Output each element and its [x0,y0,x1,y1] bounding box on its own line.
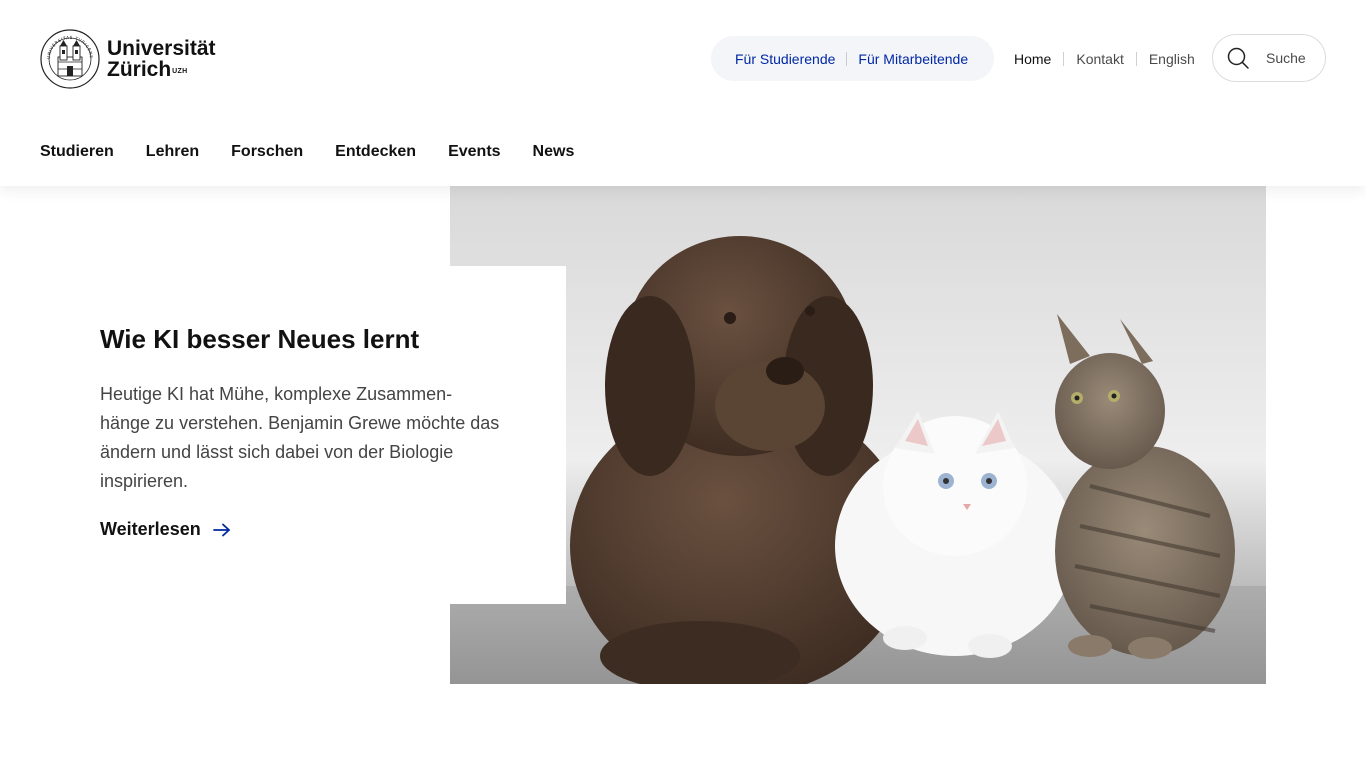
main-nav-studieren[interactable]: Studieren [40,143,114,161]
main-nav: Studieren Lehren Forschen Entdecken Even… [40,143,606,161]
audience-link-staff[interactable]: Für Mitarbeitende [858,51,968,67]
hero-teaser-card: Wie KI besser Neues lernt Heutige KI hat… [40,266,566,604]
divider [1063,51,1065,66]
search-button[interactable]: Suche [1212,34,1326,82]
arrow-right-icon [212,523,230,536]
meta-link-contact[interactable]: Kontakt [1076,51,1123,67]
read-more-label: Weiterlesen [100,519,201,539]
divider [846,51,848,66]
main-nav-entdecken[interactable]: Entdecken [335,143,416,161]
dog-and-cats-photo [450,186,1266,684]
hero-title: Wie KI besser Neues lernt [100,324,420,354]
main-nav-events[interactable]: Events [448,143,500,161]
brand-superscript: UZH [172,68,188,75]
university-seal-icon: UNIVERSITAS TURICENSIS MDCCCXXXIII [40,29,100,89]
audience-nav: Für Studierende Für Mitarbeitende [711,36,994,81]
search-label: Suche [1266,50,1306,66]
divider [1135,51,1137,66]
audience-link-students[interactable]: Für Studierende [735,51,835,67]
search-icon [1227,47,1249,69]
main-nav-lehren[interactable]: Lehren [146,143,199,161]
site-header: UNIVERSITAS TURICENSIS MDCCCXXXIII Unive… [0,0,1366,186]
hero-description: Heutige KI hat Mühe, komplexe Zusammen-h… [100,384,500,491]
uzh-logo[interactable]: UNIVERSITAS TURICENSIS MDCCCXXXIII Unive… [40,28,220,90]
brand-line-1: Universität [107,37,216,60]
brand-wordmark: Universität ZürichUZH [107,38,216,80]
main-nav-news[interactable]: News [533,143,575,161]
meta-link-home[interactable]: Home [1014,51,1051,67]
brand-line-2: Zürich [107,58,172,81]
meta-link-english[interactable]: English [1149,51,1195,67]
meta-nav: Home Kontakt English [1014,36,1195,81]
hero-image[interactable] [450,186,1266,684]
read-more-link[interactable]: Weiterlesen [100,519,231,540]
main-nav-forschen[interactable]: Forschen [231,143,303,161]
